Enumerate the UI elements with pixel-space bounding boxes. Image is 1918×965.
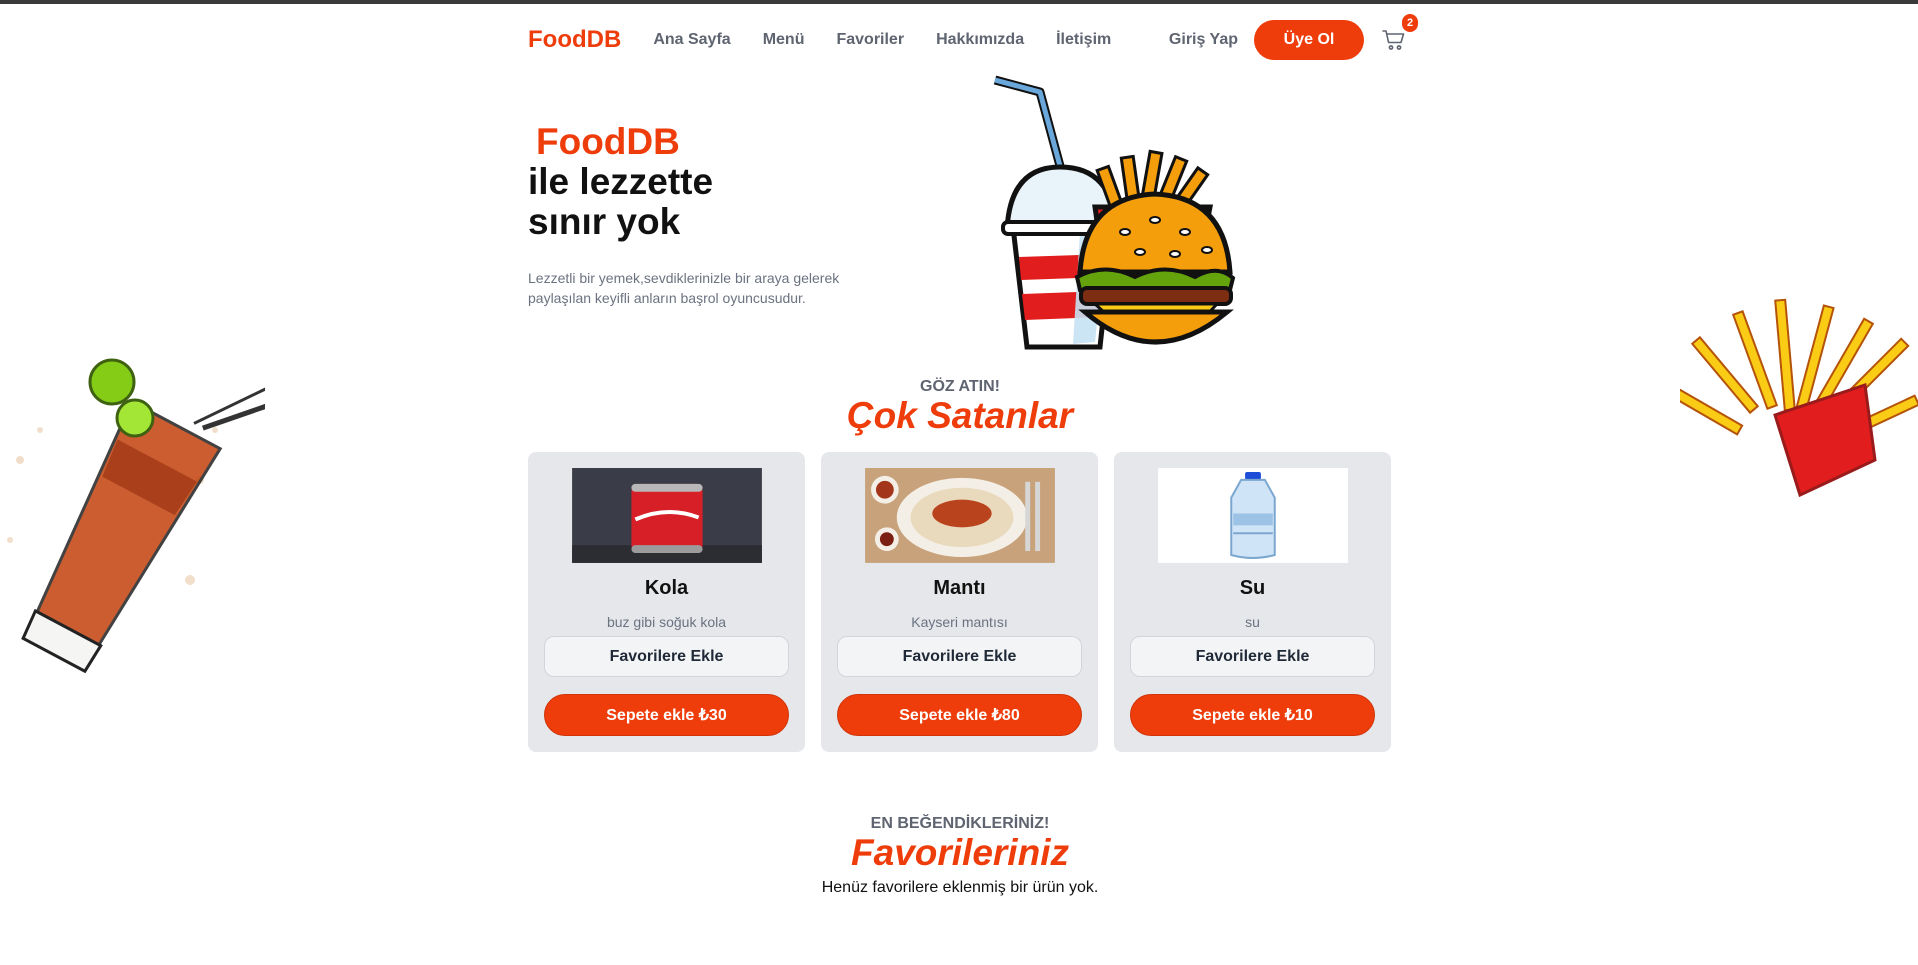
hero-line-2: sınır yok bbox=[528, 201, 681, 242]
hero-title: FoodDB ile lezzette sınır yok bbox=[528, 122, 713, 242]
add-to-favorites-button[interactable]: Favorilere Ekle bbox=[837, 635, 1082, 678]
nav-link-contact[interactable]: İletişim bbox=[1056, 31, 1111, 49]
hero-description: Lezzetli bir yemek,sevdiklerinizle bir a… bbox=[528, 270, 840, 306]
nav-link-menu[interactable]: Menü bbox=[763, 31, 805, 49]
product-card-su: Su su Favorilere Ekle Sepete ekle ₺10 bbox=[1114, 452, 1391, 752]
bestsellers-header: GÖZ ATIN! Çok Satanlar bbox=[528, 378, 1392, 436]
hero-line-1: ile lezzette bbox=[528, 161, 714, 202]
favorites-section: EN BEĞENDİKLERİNİZ! Favorileriniz Henüz … bbox=[528, 815, 1392, 897]
product-name: Mantı bbox=[933, 576, 986, 599]
product-description: Kayseri mantısı bbox=[911, 613, 1008, 630]
product-name: Kola bbox=[644, 576, 689, 599]
iced-drink-illustration bbox=[7, 358, 265, 674]
cart-count-badge: 2 bbox=[1402, 14, 1418, 32]
product-card-manti: Mantı Kayseri mantısı Favorilere Ekle Se… bbox=[821, 452, 1098, 752]
favorites-title: Favorileriniz bbox=[851, 832, 1069, 873]
hero-brand: FoodDB bbox=[536, 121, 680, 162]
product-description: su bbox=[1245, 613, 1260, 630]
fries-illustration bbox=[1680, 298, 1918, 498]
manti-plate-image bbox=[864, 468, 1055, 563]
nav-link-favorites[interactable]: Favoriler bbox=[836, 31, 904, 49]
nav-link-home[interactable]: Ana Sayfa bbox=[653, 31, 730, 49]
add-to-favorites-button[interactable]: Favorilere Ekle bbox=[1130, 635, 1375, 678]
fast-food-illustration bbox=[993, 75, 1236, 350]
add-to-cart-button[interactable]: Sepete ekle ₺10 bbox=[1130, 694, 1375, 736]
product-description: buz gibi soğuk kola bbox=[606, 613, 727, 630]
cart-button[interactable]: 2 bbox=[1380, 14, 1418, 54]
cola-can-image bbox=[571, 468, 762, 563]
bestsellers-title: Çok Satanlar bbox=[846, 395, 1074, 436]
signup-button[interactable]: Üye Ol bbox=[1254, 20, 1364, 60]
favorites-empty-message: Henüz favorilere eklenmiş bir ürün yok. bbox=[821, 879, 1099, 896]
cart-icon bbox=[1382, 30, 1405, 50]
add-to-cart-button[interactable]: Sepete ekle ₺30 bbox=[544, 694, 789, 736]
top-border bbox=[0, 0, 1918, 4]
nav-link-about[interactable]: Hakkımızda bbox=[936, 31, 1024, 49]
favorites-eyebrow: EN BEĞENDİKLERİNİZ! bbox=[870, 815, 1050, 832]
navbar: FoodDB Ana Sayfa Menü Favoriler Hakkımız… bbox=[528, 14, 1418, 62]
water-bottle-image bbox=[1157, 468, 1348, 563]
add-to-cart-button[interactable]: Sepete ekle ₺80 bbox=[837, 694, 1082, 736]
product-name: Su bbox=[1239, 576, 1266, 599]
nav-actions: Giriş Yap Üye Ol 2 bbox=[1169, 14, 1418, 60]
brand-logo[interactable]: FoodDB bbox=[528, 26, 621, 54]
login-link[interactable]: Giriş Yap bbox=[1169, 31, 1238, 49]
add-to-favorites-button[interactable]: Favorilere Ekle bbox=[544, 635, 789, 678]
bestsellers-eyebrow: GÖZ ATIN! bbox=[920, 378, 1000, 395]
product-cards: Kola buz gibi soğuk kola Favorilere Ekle… bbox=[528, 452, 1392, 752]
product-card-kola: Kola buz gibi soğuk kola Favorilere Ekle… bbox=[528, 452, 805, 752]
